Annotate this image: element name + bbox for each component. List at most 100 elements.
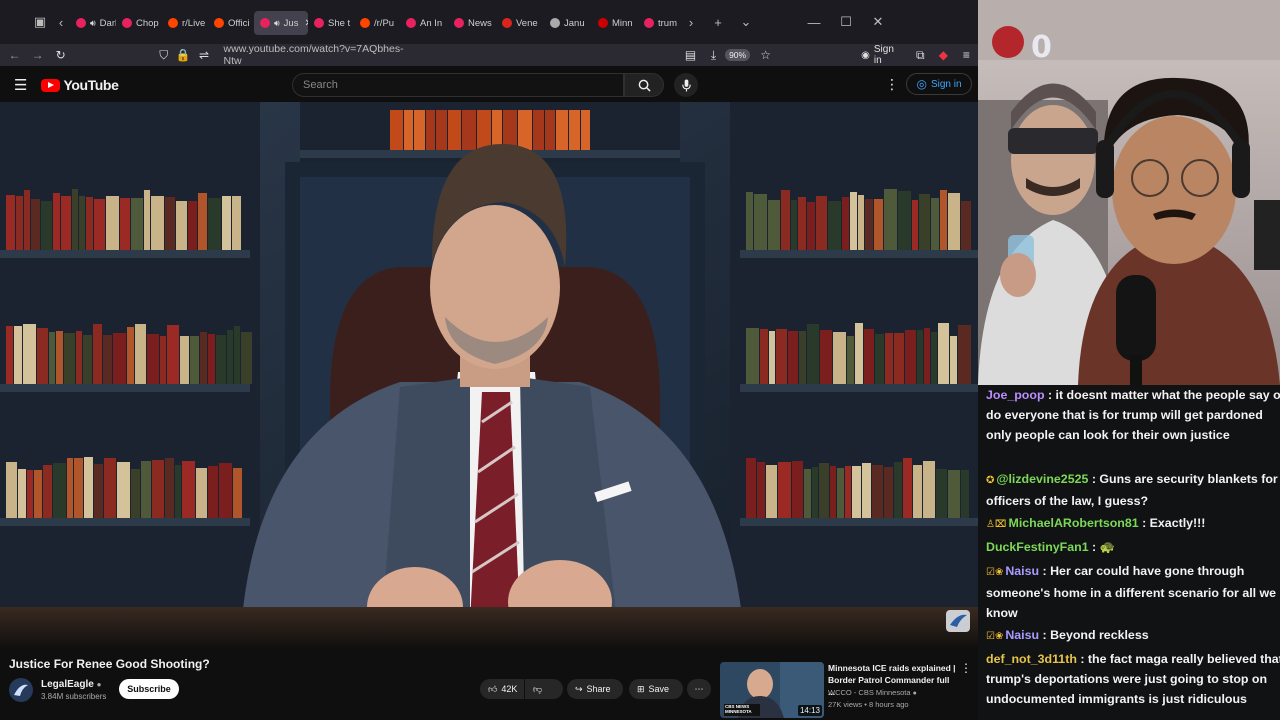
scroll-tabs-right-icon[interactable]: › — [682, 15, 700, 30]
book — [436, 110, 447, 150]
browser-tab[interactable]: trum — [638, 11, 682, 35]
channel-avatar[interactable] — [9, 678, 33, 702]
close-window-icon[interactable]: ✕ — [866, 14, 890, 30]
recommended-views: 27K views • 8 hours ago — [828, 700, 909, 709]
recommended-thumbnail[interactable]: CBS NEWS MINNESOTA 14:13 — [720, 662, 824, 718]
tab-overview-icon[interactable]: ▣ — [28, 14, 52, 30]
browser-tab[interactable]: Janu — [544, 11, 592, 35]
channel-name[interactable]: LegalEagle ● — [41, 679, 101, 690]
verified-icon: ● — [96, 680, 102, 689]
subscribe-button[interactable]: Subscribe — [119, 679, 179, 699]
video-metadata: Justice For Renee Good Shooting? LegalEa… — [0, 647, 978, 720]
book — [219, 463, 232, 518]
book — [858, 195, 864, 250]
voice-search-button[interactable] — [674, 73, 698, 97]
browser-tab[interactable]: Vene — [496, 11, 544, 35]
bookmark-star-icon[interactable]: ☆ — [754, 48, 777, 62]
chat-username[interactable]: def_not_3d11th — [986, 652, 1077, 666]
scroll-tabs-left-icon[interactable]: ‹ — [52, 15, 70, 30]
browser-tab[interactable]: Minn — [592, 11, 638, 35]
book — [894, 333, 904, 384]
book — [804, 469, 811, 518]
book — [37, 328, 48, 384]
save-button[interactable]: ⊞ Save — [629, 679, 683, 699]
streamer-panel: 0 Joe_poop : it doesnt matter what the p… — [978, 0, 1280, 720]
tab-favicon-icon — [214, 18, 224, 28]
book — [776, 329, 787, 384]
shield-icon[interactable]: ⛉ — [152, 48, 175, 63]
recommended-channel[interactable]: WCCO - CBS Minnesota ● — [828, 688, 917, 697]
chat-username[interactable]: DuckFestinyFan1 — [986, 540, 1089, 554]
search-input[interactable]: Search — [292, 73, 624, 97]
speaker-icon[interactable]: 🔊︎ — [90, 18, 96, 29]
search-button[interactable] — [624, 73, 664, 97]
browser-tab[interactable]: Chop — [116, 11, 162, 35]
recommended-more-icon[interactable]: ⋮ — [960, 661, 972, 675]
maximize-icon[interactable]: ☐ — [834, 14, 858, 30]
chat-username[interactable]: Naisu — [1005, 628, 1039, 642]
app-menu-icon[interactable]: ≡ — [955, 48, 978, 62]
book — [165, 197, 175, 250]
book — [390, 110, 403, 150]
tab-favicon-icon — [122, 18, 132, 28]
chat-separator: : — [1088, 472, 1100, 486]
back-icon[interactable]: ← — [3, 48, 26, 62]
share-button[interactable]: ↪ Share — [567, 679, 623, 699]
book — [768, 200, 780, 250]
chat-username[interactable]: Joe_poop — [986, 388, 1045, 402]
more-actions-button[interactable]: ⋯ — [687, 679, 711, 699]
tab-label: Vene — [516, 17, 538, 29]
tab-bar: ▣ ‹ 🔊︎Dark SChopr/LiveOffici🔊︎Jus✕She t/… — [0, 0, 978, 44]
youtube-signin-button[interactable]: ◎ Sign in — [906, 73, 972, 95]
book — [67, 458, 73, 518]
book — [404, 110, 413, 150]
browser-tab[interactable]: An In — [400, 11, 448, 35]
extensions-icon[interactable]: ⧉ — [909, 48, 932, 63]
browser-tab[interactable]: Offici — [208, 11, 254, 35]
new-tab-icon[interactable]: + — [706, 15, 730, 30]
browser-signin-button[interactable]: ◉ Sign in — [861, 44, 903, 66]
browser-tab[interactable]: r/Live — [162, 11, 208, 35]
like-button[interactable]: 👍︎ 42K — [480, 679, 524, 699]
browser-tab[interactable]: 🔊︎Jus✕ — [254, 11, 308, 35]
browser-tab[interactable]: She t — [308, 11, 354, 35]
book — [43, 465, 52, 518]
guide-menu-icon[interactable]: ☰ — [14, 76, 27, 94]
dislike-button[interactable]: 👎︎ — [525, 679, 563, 699]
book — [885, 333, 893, 384]
reader-view-icon[interactable]: ▤ — [679, 48, 702, 62]
reload-icon[interactable]: ↻ — [49, 48, 72, 62]
permissions-icon[interactable]: ⇌ — [191, 48, 218, 62]
forward-icon[interactable]: → — [26, 48, 49, 62]
url-field[interactable]: www.youtube.com/watch?v=7AQbhes-Ntw — [224, 43, 414, 67]
book — [862, 463, 871, 518]
extension-badge-icon[interactable]: ◆ — [932, 48, 955, 62]
chat-username[interactable]: MichaelARobertson81 — [1009, 516, 1139, 530]
book — [104, 458, 116, 518]
book — [842, 197, 849, 250]
search-icon — [638, 79, 651, 92]
download-icon[interactable]: ⤓ — [702, 48, 725, 63]
browser-tab[interactable]: 🔊︎Dark S — [70, 11, 116, 35]
settings-dots-icon[interactable]: ⋮ — [885, 76, 899, 93]
tab-list-chevron-icon[interactable]: ⌄ — [734, 14, 758, 30]
speaker-icon[interactable]: 🔊︎ — [274, 18, 280, 29]
book — [27, 470, 33, 518]
zoom-level[interactable]: 90% — [725, 49, 751, 61]
recommended-verified-icon: ● — [912, 690, 917, 697]
microphone-icon — [681, 78, 691, 92]
chat-separator: : — [1044, 388, 1056, 402]
browser-tab[interactable]: News — [448, 11, 496, 35]
youtube-logo[interactable]: YouTube — [41, 77, 119, 93]
book — [903, 458, 912, 518]
chat-username[interactable]: @lizdevine2525 — [996, 472, 1088, 486]
lock-icon[interactable]: 🔒 — [175, 48, 190, 62]
book — [503, 110, 517, 150]
book — [875, 334, 884, 384]
book — [53, 193, 60, 250]
video-player[interactable] — [0, 102, 978, 647]
book — [837, 468, 844, 518]
browser-tab[interactable]: /r/Pu — [354, 11, 400, 35]
chat-username[interactable]: Naisu — [1005, 564, 1039, 578]
minimize-icon[interactable]: — — [802, 15, 826, 30]
